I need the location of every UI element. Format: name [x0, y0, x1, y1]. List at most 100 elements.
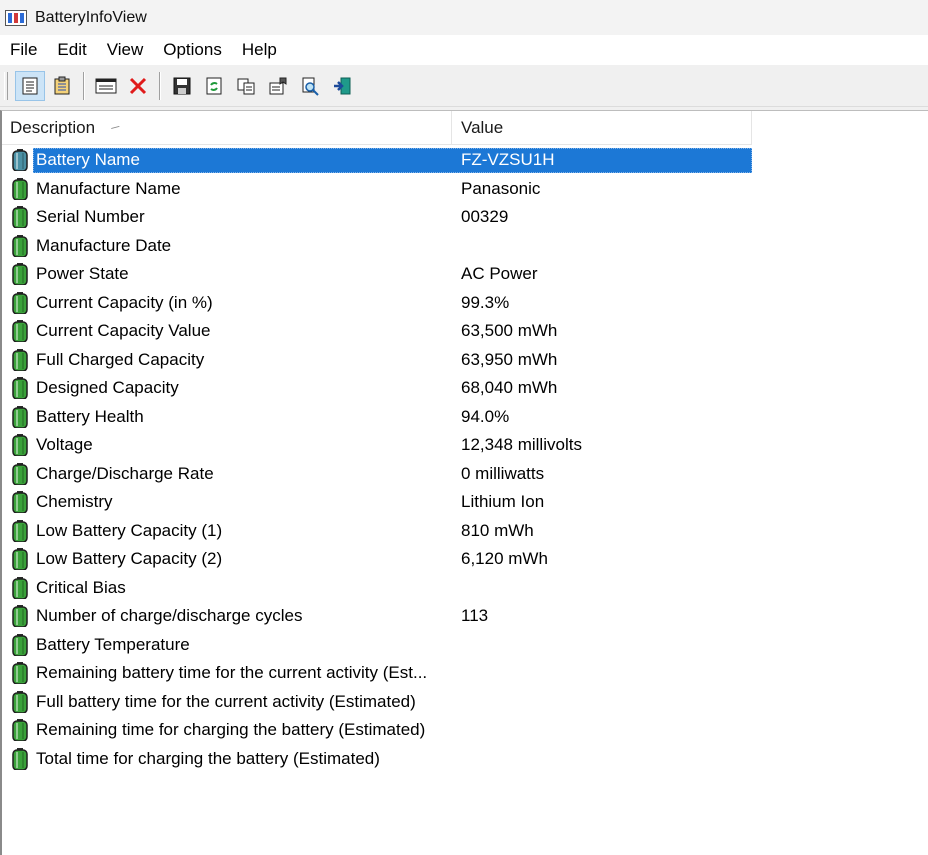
table-row[interactable]: Low Battery Capacity (2) 6,120 mWh — [2, 545, 752, 574]
table-row[interactable]: Battery Name FZ-VZSU1H — [2, 146, 752, 175]
description-cell: Voltage — [2, 432, 452, 458]
value-cell: 99.3% — [461, 292, 510, 312]
table-row[interactable]: Low Battery Capacity (1) 810 mWh — [2, 517, 752, 546]
battery-icon — [12, 263, 28, 286]
value-cell: AC Power — [461, 264, 538, 284]
table-row[interactable]: Number of charge/discharge cycles 113 — [2, 602, 752, 631]
column-header-description[interactable]: Description / — [2, 111, 452, 144]
description-cell: Full Charged Capacity — [2, 347, 452, 373]
table-row[interactable]: Designed Capacity 68,040 mWh — [2, 374, 752, 403]
table-row[interactable]: Current Capacity Value 63,500 mWh — [2, 317, 752, 346]
value-cell: 68,040 mWh — [461, 378, 558, 398]
table-row[interactable]: Current Capacity (in %) 99.3% — [2, 289, 752, 318]
battery-icon — [12, 548, 28, 571]
battery-icon — [12, 234, 28, 257]
column-header-value[interactable]: Value — [452, 111, 752, 144]
battery-icon — [12, 149, 28, 172]
value-cell: Lithium Ion — [461, 492, 545, 512]
battery-icon — [12, 633, 28, 656]
exit-icon — [334, 77, 351, 94]
value-cell: Panasonic — [461, 178, 541, 198]
column-header-value-label: Value — [461, 117, 504, 137]
exit-button[interactable] — [327, 71, 357, 101]
battery-icon — [12, 206, 28, 229]
description-label: Chemistry — [36, 492, 113, 512]
table-row[interactable]: Chemistry Lithium Ion — [2, 488, 752, 517]
toolbar-grip[interactable] — [4, 71, 8, 100]
table-row[interactable]: Voltage 12,348 millivolts — [2, 431, 752, 460]
table-row[interactable]: Battery Health 94.0% — [2, 403, 752, 432]
table-row[interactable]: Charge/Discharge Rate 0 milliwatts — [2, 460, 752, 489]
description-label: Critical Bias — [36, 577, 126, 597]
description-label: Full battery time for the current activi… — [36, 691, 416, 711]
copy-button[interactable] — [231, 71, 261, 101]
copy-icon — [237, 78, 255, 94]
html-report-button[interactable] — [15, 70, 45, 101]
menu-bar: File Edit View Options Help — [0, 35, 928, 65]
battery-icon — [12, 747, 28, 770]
text-report-icon — [54, 76, 70, 94]
menu-help[interactable]: Help — [232, 40, 287, 60]
html-report-icon — [22, 77, 38, 94]
table-row[interactable]: Manufacture Name Panasonic — [2, 175, 752, 204]
description-label: Low Battery Capacity (1) — [36, 520, 223, 540]
value-cell: 0 milliwatts — [461, 463, 545, 483]
menu-options[interactable]: Options — [153, 40, 232, 60]
description-label: Power State — [36, 264, 129, 284]
table-row[interactable]: Manufacture Date — [2, 232, 752, 261]
save-button[interactable] — [167, 71, 197, 101]
value-cell: 12,348 millivolts — [461, 435, 582, 455]
menu-file[interactable]: File — [0, 40, 47, 60]
table-row[interactable]: Remaining battery time for the current a… — [2, 659, 752, 688]
description-cell: Critical Bias — [2, 575, 452, 601]
app-window: BatteryInfoView File Edit View Options H… — [0, 0, 928, 855]
description-label: Manufacture Date — [36, 235, 172, 255]
value-cell: 810 mWh — [461, 520, 534, 540]
table-row[interactable]: Serial Number 00329 — [2, 203, 752, 232]
description-label: Manufacture Name — [36, 178, 181, 198]
description-label: Battery Temperature — [36, 634, 190, 654]
properties-button[interactable] — [263, 71, 293, 101]
battery-icon — [12, 177, 28, 200]
description-cell: Charge/Discharge Rate — [2, 461, 452, 487]
menu-edit[interactable]: Edit — [47, 40, 96, 60]
delete-button[interactable] — [123, 71, 153, 101]
find-button[interactable] — [295, 71, 325, 101]
description-label: Serial Number — [36, 207, 145, 227]
table-row[interactable]: Remaining time for charging the battery … — [2, 716, 752, 745]
description-cell: Battery Name — [2, 147, 452, 173]
text-report-button[interactable] — [47, 71, 77, 101]
close-red-x-icon — [129, 77, 147, 94]
table-row[interactable]: Battery Temperature — [2, 631, 752, 660]
table-row[interactable]: Total time for charging the battery (Est… — [2, 745, 752, 774]
column-header-description-label: Description — [10, 117, 96, 137]
battery-icon — [12, 690, 28, 713]
refresh-button[interactable] — [199, 71, 229, 101]
title-bar[interactable]: BatteryInfoView — [0, 0, 928, 35]
toolbar — [0, 65, 928, 107]
battery-icon — [12, 719, 28, 742]
battery-icon — [12, 320, 28, 343]
description-label: Total time for charging the battery (Est… — [36, 748, 380, 768]
table-row[interactable]: Full Charged Capacity 63,950 mWh — [2, 346, 752, 375]
battery-icon — [12, 519, 28, 542]
description-cell: Number of charge/discharge cycles — [2, 603, 452, 629]
window-button[interactable] — [91, 71, 121, 101]
value-cell: 63,500 mWh — [461, 321, 558, 341]
table-row[interactable]: Full battery time for the current activi… — [2, 688, 752, 717]
description-label: Designed Capacity — [36, 378, 179, 398]
table-row[interactable]: Power State AC Power — [2, 260, 752, 289]
battery-icon — [12, 662, 28, 685]
description-label: Voltage — [36, 435, 93, 455]
description-cell: Manufacture Name — [2, 176, 452, 202]
list-rows: Battery Name FZ-VZSU1H Manufacture Name Pan… — [2, 146, 752, 773]
find-icon — [302, 77, 319, 96]
description-cell: Designed Capacity — [2, 375, 452, 401]
menu-view[interactable]: View — [97, 40, 154, 60]
table-row[interactable]: Critical Bias — [2, 574, 752, 603]
battery-info-list[interactable]: Description / Value Battery Name FZ-VZSU1… — [0, 110, 928, 855]
description-label: Remaining battery time for the current a… — [36, 663, 428, 683]
battery-icon — [12, 434, 28, 457]
description-cell: Full battery time for the current activi… — [2, 689, 452, 715]
value-cell: 63,950 mWh — [461, 349, 558, 369]
